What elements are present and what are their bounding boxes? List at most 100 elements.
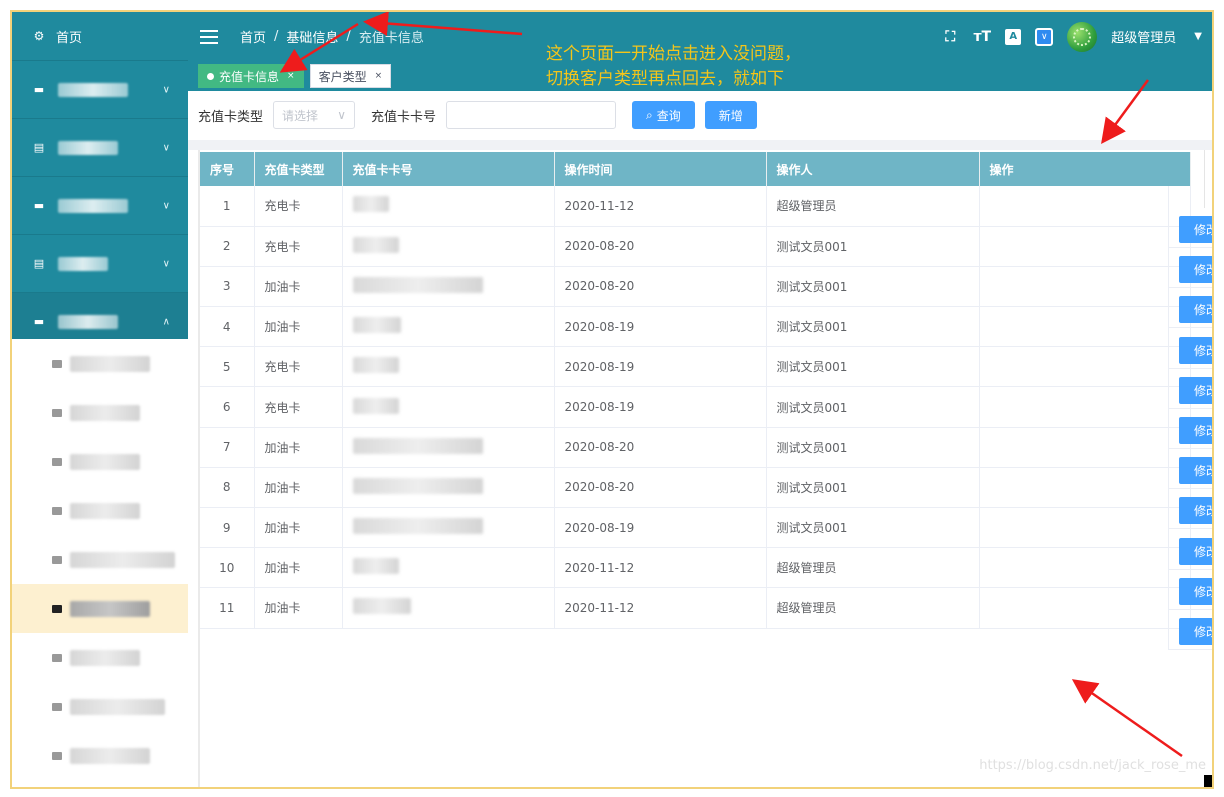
cell-card-number xyxy=(342,346,555,388)
sidebar-item-home[interactable]: ⚙ 首页 xyxy=(12,12,188,61)
cell-index: 4 xyxy=(200,306,255,348)
cell-card-type: 充电卡 xyxy=(254,346,343,388)
hamburger-icon[interactable] xyxy=(200,29,218,44)
edit-button[interactable]: 修改 xyxy=(1179,216,1212,243)
tab-label: 客户类型 xyxy=(318,69,367,84)
edit-button[interactable]: 修改 xyxy=(1179,497,1212,525)
cell-time: 2020-11-12 xyxy=(554,186,767,227)
search-icon: ⌕ xyxy=(646,107,653,122)
blurred-label xyxy=(58,256,108,271)
tab-customer-type[interactable]: 客户类型 × xyxy=(309,64,392,88)
submenu-item[interactable] xyxy=(12,388,188,437)
cell-card-number xyxy=(342,266,555,308)
cell-card-number xyxy=(342,547,555,589)
cell-index: 2 xyxy=(200,226,255,267)
breadcrumb-home[interactable]: 首页 xyxy=(240,27,266,46)
edit-button[interactable]: 修改 xyxy=(1179,256,1212,284)
action-row: 修改 xyxy=(1169,208,1212,248)
blurred-label xyxy=(58,82,128,97)
breadcrumb: 首页 / 基础信息 / 充值卡信息 xyxy=(240,27,424,46)
cell-time: 2020-11-12 xyxy=(554,587,767,629)
user-name[interactable]: 超级管理员 xyxy=(1111,27,1176,46)
edit-button[interactable]: 修改 xyxy=(1179,577,1212,605)
add-button[interactable]: 新增 xyxy=(704,101,757,129)
sidebar-group-4[interactable]: ▤ ∨ xyxy=(12,235,188,293)
blurred-card-number xyxy=(352,276,483,293)
folder-icon xyxy=(52,555,62,564)
action-row: 修改 xyxy=(1169,369,1212,409)
sidebar-group-3[interactable]: ▬ ∨ xyxy=(12,177,188,235)
action-row: 修改 xyxy=(1169,409,1212,449)
document-icon: ▤ xyxy=(33,257,45,270)
sidebar: ⚙ 首页 ▬ ∨ ▤ ∨ ▬ ∨ ▤ ∨ ▬ ∧ xyxy=(12,12,188,787)
search-button[interactable]: ⌕ 查询 xyxy=(632,101,695,129)
folder-icon xyxy=(52,653,62,662)
cell-time: 2020-08-19 xyxy=(554,306,767,348)
close-icon[interactable]: × xyxy=(375,71,383,81)
cell-card-type: 加油卡 xyxy=(254,306,343,348)
edit-button[interactable]: 修改 xyxy=(1179,537,1212,565)
cell-operator: 测试文员001 xyxy=(766,427,980,468)
sidebar-group-1[interactable]: ▬ ∨ xyxy=(12,61,188,119)
breadcrumb-basic-info[interactable]: 基础信息 xyxy=(286,27,338,46)
blurred-label xyxy=(58,198,128,213)
blurred-card-number xyxy=(352,477,483,494)
edit-button[interactable]: 修改 xyxy=(1179,417,1212,444)
card-type-select[interactable]: 请选择 ∨ xyxy=(273,101,356,129)
cell-actions-empty xyxy=(979,547,1191,589)
cell-index: 5 xyxy=(200,346,255,388)
caret-down-icon[interactable]: ▼ xyxy=(1194,31,1202,42)
cell-card-type: 充电卡 xyxy=(254,386,343,428)
edit-button[interactable]: 修改 xyxy=(1179,296,1212,324)
chevron-down-icon: ∨ xyxy=(162,200,170,211)
submenu-item[interactable] xyxy=(12,633,188,682)
fullscreen-icon[interactable]: ⛶ xyxy=(941,28,959,46)
cell-card-type: 加油卡 xyxy=(254,507,343,549)
submenu-item[interactable] xyxy=(12,731,188,780)
folder-icon xyxy=(52,457,62,466)
table-row: 8 加油卡 2020-08-20 测试文员001 xyxy=(200,467,1191,509)
edit-button[interactable]: 修改 xyxy=(1179,618,1212,645)
cell-time: 2020-08-20 xyxy=(554,266,767,308)
edit-button[interactable]: 修改 xyxy=(1179,336,1212,364)
action-row: 修改 xyxy=(1169,610,1212,650)
font-size-icon[interactable]: тT xyxy=(973,28,991,46)
cell-time: 2020-08-20 xyxy=(554,467,767,509)
cell-actions-empty xyxy=(979,507,1191,549)
cell-actions-empty xyxy=(979,386,1191,428)
edit-button[interactable]: 修改 xyxy=(1179,376,1212,404)
blurred-label xyxy=(70,747,150,764)
action-row: 修改 xyxy=(1169,288,1212,329)
language-icon[interactable]: A xyxy=(1005,28,1022,45)
avatar[interactable] xyxy=(1067,21,1098,52)
edit-button[interactable]: 修改 xyxy=(1179,457,1212,485)
action-row: 修改 xyxy=(1169,449,1212,490)
sidebar-group-2[interactable]: ▤ ∨ xyxy=(12,119,188,177)
annotation-note: 这个页面一开始点击进入没问题， 切换客户类型再点回去，就如下 xyxy=(546,42,801,92)
submenu-item[interactable] xyxy=(12,682,188,731)
cell-operator: 测试文员001 xyxy=(766,346,980,388)
tab-recharge-card-info[interactable]: 充值卡信息 × xyxy=(198,64,304,88)
dashboard-icon: ⚙ xyxy=(33,29,45,43)
submenu-item-active[interactable] xyxy=(12,584,188,633)
close-icon[interactable]: × xyxy=(287,71,295,81)
submenu-item[interactable] xyxy=(12,486,188,535)
card-number-input[interactable] xyxy=(446,101,617,129)
submenu-item[interactable] xyxy=(12,535,188,584)
column-header-operator: 操作人 xyxy=(766,152,980,186)
folder-icon: ▬ xyxy=(33,199,45,212)
submenu-item[interactable] xyxy=(12,437,188,486)
action-row: 修改 xyxy=(1169,570,1212,610)
header-toolbar: ⛶ тT A ∨ 超级管理员 ▼ xyxy=(941,12,1202,61)
cell-card-number xyxy=(342,386,555,428)
chevron-down-icon: ∨ xyxy=(162,84,170,95)
submenu-item[interactable] xyxy=(12,339,188,388)
cell-card-number xyxy=(342,226,555,267)
cell-index: 6 xyxy=(200,386,255,428)
blurred-card-number xyxy=(352,598,411,615)
table-body: 1 充电卡 2020-11-12 超级管理员 2 充电卡 2020-08-20 测试文员001… xyxy=(200,186,1191,629)
card-number-label: 充值卡卡号 xyxy=(371,109,437,125)
cell-index: 3 xyxy=(200,266,255,308)
dropdown-box-icon[interactable]: ∨ xyxy=(1035,27,1054,46)
blurred-label xyxy=(70,551,175,568)
